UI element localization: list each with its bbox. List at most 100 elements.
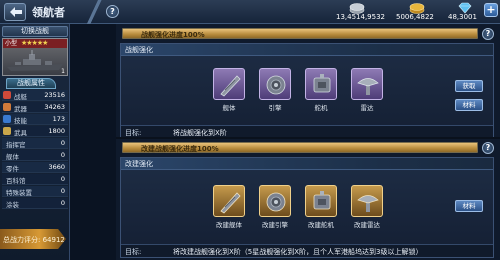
refit-engine-icon (266, 192, 286, 212)
silver-resource: 13,4514,9532 (336, 2, 385, 22)
enhance-material-button[interactable]: 材料 (455, 99, 483, 111)
ship-card[interactable]: 小型 ★★★★★ 1 (2, 38, 68, 76)
hull-stat-icon (3, 91, 11, 99)
power-value: 64912 (42, 236, 65, 244)
stat-row: 武具 1800 (2, 126, 68, 137)
enhance-panel-header: 战舰强化 (121, 44, 493, 56)
target-text: 将改建战舰强化到X阶（5星战舰强化到X阶，且个人军港船坞达到3级以上解锁） (173, 248, 423, 256)
refit-material-button[interactable]: 材料 (455, 200, 483, 212)
stat-row: 零件 3660 (2, 162, 68, 173)
gold-value: 5006,4822 (396, 13, 434, 21)
title-decoration (82, 0, 106, 24)
rank-bar: 小型 ★★★★★ (3, 39, 67, 48)
back-button[interactable] (4, 3, 26, 21)
enhance-main-panel: 战舰强化进度100% ? 战舰强化 舰体 引擎 舵机 雷达 获取 材料 目标: … (116, 24, 500, 260)
skill-stat-icon (3, 115, 11, 123)
item-label: 引擎 (268, 104, 282, 112)
stat-value: 0 (60, 151, 65, 159)
help-button[interactable]: ? (106, 5, 119, 18)
ship-count: 1 (61, 68, 65, 75)
radar-slot[interactable] (351, 68, 383, 100)
stat-row: 武器 34263 (2, 102, 68, 113)
stat-row: 百科馆 0 (2, 174, 68, 185)
add-currency-button[interactable]: + (484, 3, 498, 17)
stat-name: 舰体 (6, 153, 19, 161)
stat-value: 1800 (48, 127, 65, 135)
power-label: 总战力评分: 64912 (3, 236, 65, 244)
stat-row: 战艇 23516 (2, 90, 68, 101)
total-power-banner: 总战力评分: 64912 (0, 229, 66, 249)
enhance-progress-bar: 战舰强化进度100% (122, 28, 478, 39)
armor-stat-icon (3, 127, 11, 135)
stat-name: 涂装 (6, 201, 19, 209)
refit-radar-icon (357, 195, 379, 212)
enhance-panel: 战舰强化 舰体 引擎 舵机 雷达 获取 材料 目标: 将战舰强化到X阶 (120, 43, 494, 139)
item-label: 改建引擎 (262, 221, 288, 229)
stat-value: 0 (60, 187, 65, 195)
battleship-image (7, 50, 63, 71)
stat-name: 战艇 (14, 93, 27, 101)
refit-hull-icon (220, 192, 241, 214)
stat-value: 0 (60, 139, 65, 147)
radar-icon (357, 78, 379, 95)
gold-resource: 5006,4822 (396, 2, 436, 22)
item-label: 雷达 (360, 104, 374, 112)
refit-help-button[interactable]: ? (482, 142, 494, 154)
stat-name: 百科馆 (6, 177, 26, 185)
switch-ship-button[interactable]: 切换战舰 (2, 26, 68, 37)
ship-properties-tab[interactable]: 战舰属性 (6, 78, 56, 89)
ship-enhance-section: 战舰强化进度100% ? 战舰强化 舰体 引擎 舵机 雷达 获取 材料 目标: … (118, 28, 494, 140)
hull-slot[interactable] (213, 68, 245, 100)
acquire-button[interactable]: 获取 (455, 80, 483, 92)
stat-value: 0 (60, 199, 65, 207)
enhance-progress-text: 战舰强化进度100% (141, 31, 205, 39)
stat-name: 指挥官 (6, 141, 26, 149)
stat-row: 指挥官 0 (2, 138, 68, 149)
refit-panel-header: 改建强化 (121, 158, 493, 170)
target-label: 目标: (125, 248, 142, 256)
refit-radar-slot[interactable] (351, 185, 383, 217)
refit-rudder-icon (313, 191, 331, 210)
screen-title: 领航者 (32, 6, 65, 19)
refit-progress-bar: 改建战舰强化进度100% (122, 142, 478, 153)
gem-resource: 48,3001 (446, 2, 482, 22)
stat-value: 3660 (48, 163, 65, 171)
stat-value: 34263 (44, 103, 65, 111)
refit-enhance-section: 改建战舰强化进度100% ? 改建强化 改建舰体 改建引擎 改建舵机 改建雷达 … (118, 142, 494, 258)
item-label: 改建雷达 (354, 221, 380, 229)
stat-value: 0 (60, 175, 65, 183)
top-bar: 领航者 ? 13,4514,9532 5006,4822 48,3001 + (0, 0, 500, 24)
refit-progress-text: 改建战舰强化进度100% (141, 145, 219, 153)
stat-name: 特殊装置 (6, 189, 32, 197)
engine-slot[interactable] (259, 68, 291, 100)
refit-hull-slot[interactable] (213, 185, 245, 217)
enhance-help-button[interactable]: ? (482, 28, 494, 40)
stat-value: 23516 (44, 91, 65, 99)
stat-name: 零件 (6, 165, 19, 173)
weapon-stat-icon (3, 103, 11, 111)
stat-row: 舰体 0 (2, 150, 68, 161)
engine-icon (266, 75, 286, 95)
refit-target-row: 目标: 将改建战舰强化到X阶（5星战舰强化到X阶，且个人军港船坞达到3级以上解锁… (121, 244, 493, 257)
refit-rudder-slot[interactable] (305, 185, 337, 217)
refit-engine-slot[interactable] (259, 185, 291, 217)
refit-header-text: 改建强化 (125, 160, 153, 168)
section-divider (116, 137, 500, 139)
rudder-slot[interactable] (305, 68, 337, 100)
ship-sidebar: 切换战舰 小型 ★★★★★ 1 战舰属性 战艇 23516 武器 34263 技… (0, 24, 70, 260)
item-label: 舰体 (222, 104, 236, 112)
ship-rank: 小型 (5, 40, 18, 47)
stat-value: 173 (52, 115, 65, 123)
stat-row: 涂装 0 (2, 198, 68, 209)
stat-row: 技能 173 (2, 114, 68, 125)
stat-name: 武器 (14, 105, 27, 113)
gem-value: 48,3001 (448, 13, 477, 21)
rudder-icon (313, 74, 331, 93)
back-arrow-icon (10, 7, 22, 17)
star-rating: ★★★★★ (21, 39, 48, 47)
silver-value: 13,4514,9532 (336, 13, 385, 21)
item-label: 舵机 (314, 104, 328, 112)
refit-panel: 改建强化 改建舰体 改建引擎 改建舵机 改建雷达 材料 目标: 将改建战舰强化到… (120, 157, 494, 258)
hull-icon (220, 75, 241, 97)
item-label: 改建舰体 (216, 221, 242, 229)
